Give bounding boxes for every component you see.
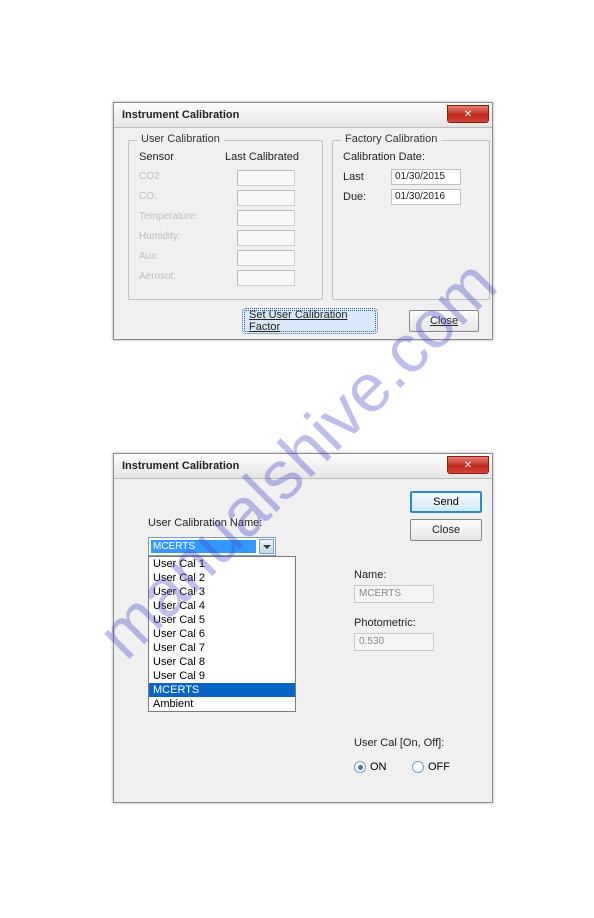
close-button[interactable]: Close — [410, 519, 482, 541]
col-header-last-calibrated: Last Calibrated — [225, 151, 299, 163]
field-name[interactable]: MCERTS — [354, 585, 434, 603]
button-label: Set User Calibration Factor — [249, 309, 371, 333]
label-temperature: Temperature: — [139, 211, 198, 222]
dialog-body: User Calibration Sensor Last Calibrated … — [114, 128, 492, 148]
dropdown-item[interactable]: User Cal 5 — [149, 613, 295, 627]
close-icon: ✕ — [464, 460, 472, 471]
field-humidity-last — [237, 230, 295, 246]
label-calibration-date: Calibration Date: — [343, 151, 425, 163]
label-photometric: Photometric: — [354, 617, 416, 629]
groupbox-factory-calibration: Factory Calibration Calibration Date: La… — [332, 140, 490, 300]
label-due: Due: — [343, 191, 366, 203]
dropdown-item[interactable]: Ambient — [149, 697, 295, 711]
field-last-date: 01/30/2015 — [391, 169, 461, 185]
groupbox-title: User Calibration — [137, 133, 224, 145]
field-due-date: 01/30/2016 — [391, 189, 461, 205]
title-text: Instrument Calibration — [122, 109, 239, 121]
combo-selected-text: MCERTS — [151, 540, 256, 553]
dropdown-item[interactable]: User Cal 6 — [149, 627, 295, 641]
groupbox-user-calibration: User Calibration Sensor Last Calibrated … — [128, 140, 323, 300]
dropdown-list[interactable]: User Cal 1User Cal 2User Cal 3User Cal 4… — [148, 556, 296, 712]
titlebar[interactable]: Instrument Calibration ✕ — [114, 454, 492, 479]
dialog-body: Send Close User Calibration Name: MCERTS… — [114, 479, 492, 803]
dialog-instrument-calibration-1: Instrument Calibration ✕ User Calibratio… — [113, 102, 493, 340]
field-temperature-last — [237, 210, 295, 226]
dropdown-item[interactable]: User Cal 9 — [149, 669, 295, 683]
dropdown-item[interactable]: User Cal 3 — [149, 585, 295, 599]
label-aerosol: Aerosol: — [139, 271, 176, 282]
field-co2-last — [237, 170, 295, 186]
titlebar[interactable]: Instrument Calibration ✕ — [114, 103, 492, 128]
button-label: Close — [430, 315, 458, 327]
label-aux: Aux: — [139, 251, 159, 262]
close-icon: ✕ — [464, 109, 472, 120]
title-text: Instrument Calibration — [122, 460, 239, 472]
chevron-down-icon[interactable] — [259, 539, 274, 554]
dropdown-item[interactable]: MCERTS — [149, 683, 295, 697]
close-button[interactable]: Close — [409, 310, 479, 332]
radio-on[interactable]: ON — [354, 761, 387, 773]
button-label: Close — [432, 524, 460, 536]
label-name: Name: — [354, 569, 386, 581]
label-user-calibration-name: User Calibration Name: — [148, 517, 262, 529]
radio-icon — [354, 761, 366, 773]
col-header-sensor: Sensor — [139, 151, 174, 163]
dropdown-item[interactable]: User Cal 2 — [149, 571, 295, 585]
dropdown-item[interactable]: User Cal 7 — [149, 641, 295, 655]
set-user-calibration-factor-button[interactable]: Set User Calibration Factor — [244, 310, 376, 332]
field-co-last — [237, 190, 295, 206]
dropdown-item[interactable]: User Cal 1 — [149, 557, 295, 571]
dropdown-item[interactable]: User Cal 4 — [149, 599, 295, 613]
window-close-button[interactable]: ✕ — [447, 456, 489, 474]
radio-label: OFF — [428, 761, 450, 773]
radio-label: ON — [370, 761, 387, 773]
window-close-button[interactable]: ✕ — [447, 105, 489, 123]
dropdown-item[interactable]: User Cal 8 — [149, 655, 295, 669]
label-co2: CO2 — [139, 171, 160, 182]
radio-icon — [412, 761, 424, 773]
label-humidity: Humidity: — [139, 231, 181, 242]
send-button[interactable]: Send — [410, 491, 482, 513]
button-label: Send — [433, 496, 459, 508]
field-aerosol-last — [237, 270, 295, 286]
user-calibration-name-combo[interactable]: MCERTS — [148, 537, 276, 556]
dialog-instrument-calibration-2: Instrument Calibration ✕ Send Close User… — [113, 453, 493, 803]
field-photometric[interactable]: 0.530 — [354, 633, 434, 651]
groupbox-title: Factory Calibration — [341, 133, 441, 145]
label-last: Last — [343, 171, 364, 183]
label-user-cal-onoff: User Cal [On, Off]: — [354, 737, 444, 749]
field-aux-last — [237, 250, 295, 266]
label-co: CO: — [139, 191, 157, 202]
radio-off[interactable]: OFF — [412, 761, 450, 773]
